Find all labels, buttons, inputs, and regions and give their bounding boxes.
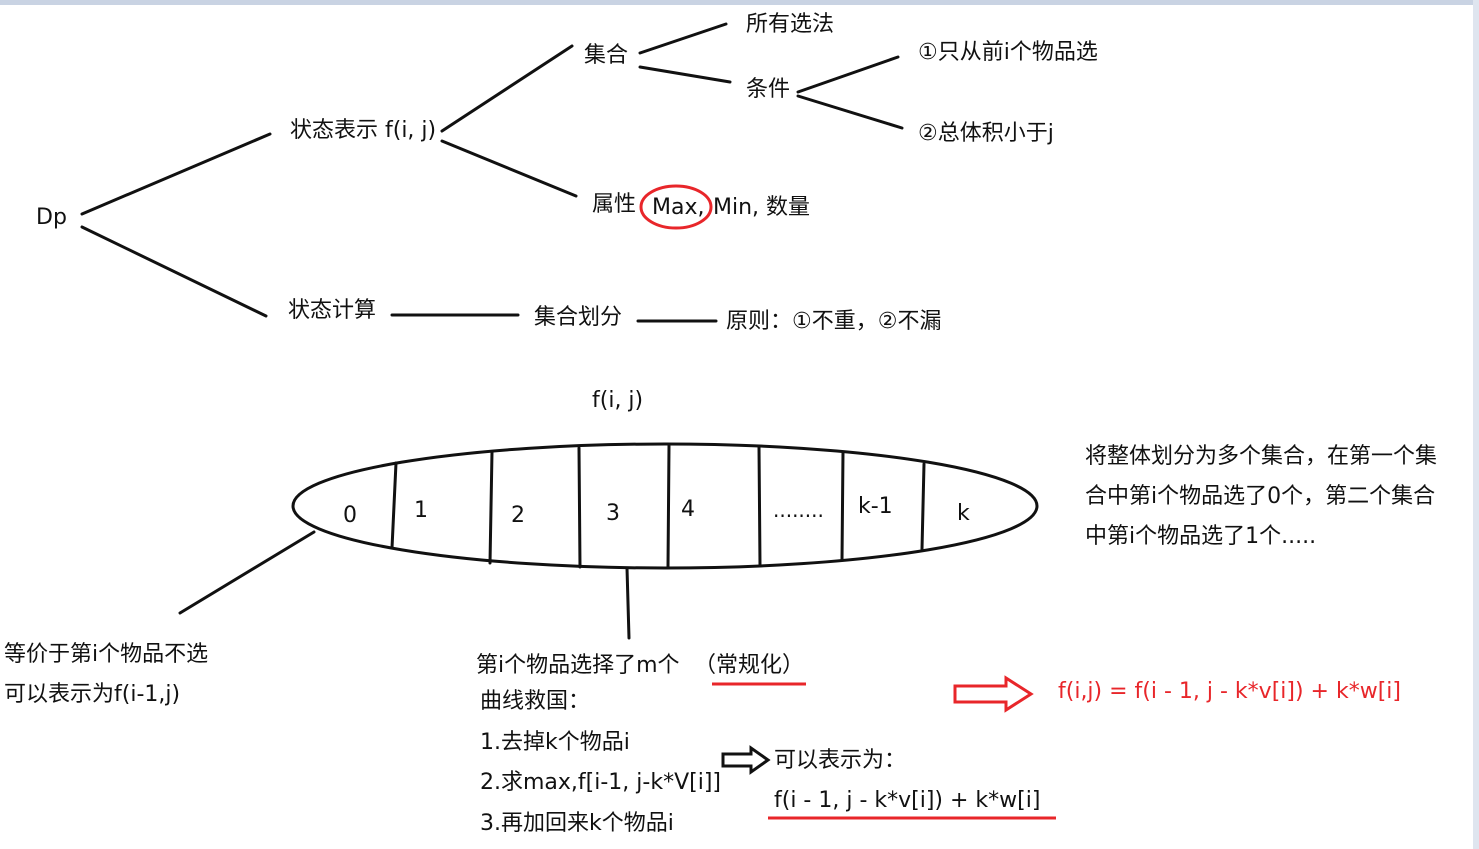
step-line: 1.去掉k个物品i <box>480 730 630 755</box>
cell-divider <box>577 446 582 569</box>
cell-label: 0 <box>343 503 357 528</box>
ellipse-title: f(i, j) <box>592 388 644 413</box>
cell-label: k <box>957 501 970 526</box>
step-line: 2.求max,f[i-1, j-k*V[i]] <box>480 770 721 795</box>
diagram-canvas <box>80 22 1056 820</box>
formula-red: f(i,j) = f(i - 1, j - k*v[i]) + k*w[i] <box>1058 679 1401 704</box>
cell-divider <box>757 445 762 567</box>
principle-label: 原则：①不重，②不漏 <box>726 309 942 334</box>
set-ellipse <box>291 442 1039 570</box>
edge-repr-attr <box>440 139 578 198</box>
cell-label: 4 <box>681 497 695 522</box>
cell-divider <box>666 444 671 569</box>
cell-label: 1 <box>414 498 428 523</box>
cell-label: k-1 <box>858 494 893 519</box>
root-label: Dp <box>36 205 67 230</box>
edge-cond-1 <box>796 55 900 94</box>
left-note-line2: 可以表示为f(i-1,j) <box>4 682 181 707</box>
pointer-cell0 <box>178 530 316 615</box>
description-line: 将整体划分为多个集合，在第一个集 <box>1085 444 1438 469</box>
cell-label: 2 <box>511 503 525 528</box>
cell-label: ........ <box>773 498 824 522</box>
description-line: 中第i个物品选了1个..... <box>1085 524 1317 549</box>
step-line: 3.再加回来k个物品i <box>480 811 674 836</box>
cell-label: 3 <box>606 501 620 526</box>
description-line: 合中第i个物品选了0个，第二个集合 <box>1085 484 1436 509</box>
conditions-label: 条件 <box>746 77 791 102</box>
cell-divider <box>488 450 494 565</box>
edge-dp-state-calc <box>80 225 268 318</box>
cell-divider <box>840 450 845 562</box>
state-repr-label: 状态表示 f(i, j) <box>290 118 437 143</box>
state-calc-label: 状态计算 <box>288 298 377 323</box>
red-arrow-icon <box>953 675 1034 713</box>
all-choices-label: 所有选法 <box>746 12 835 37</box>
left-note-line1: 等价于第i个物品不选 <box>4 642 209 667</box>
formula-plain: f(i - 1, j - k*v[i]) + k*w[i] <box>774 788 1041 813</box>
attribute-max: Max, <box>652 195 705 220</box>
cell-divider <box>920 462 926 551</box>
edge-set-all <box>638 22 728 55</box>
can-represent-label: 可以表示为： <box>774 748 907 773</box>
edge-repr-set <box>440 44 574 133</box>
condition-1-label: ①只从前i个物品选 <box>918 40 1098 65</box>
edge-dp-state-repr <box>80 132 272 216</box>
normalize-label: （常规化） <box>694 653 805 678</box>
step-line: 曲线救国： <box>480 689 591 714</box>
set-label: 集合 <box>584 43 629 68</box>
pointer-cell3 <box>625 566 631 640</box>
condition-2-label: ②总体积小于j <box>918 121 1054 146</box>
cell-divider <box>390 461 398 550</box>
black-arrow-icon <box>721 745 771 775</box>
attribute-label: 属性 <box>592 192 637 217</box>
edge-set-cond <box>638 65 732 84</box>
edge-cond-2 <box>796 94 904 130</box>
partition-label: 集合划分 <box>534 305 623 330</box>
mid-note-line1: 第i个物品选择了m个 <box>476 653 680 678</box>
attribute-rest: Min, 数量 <box>713 195 811 220</box>
